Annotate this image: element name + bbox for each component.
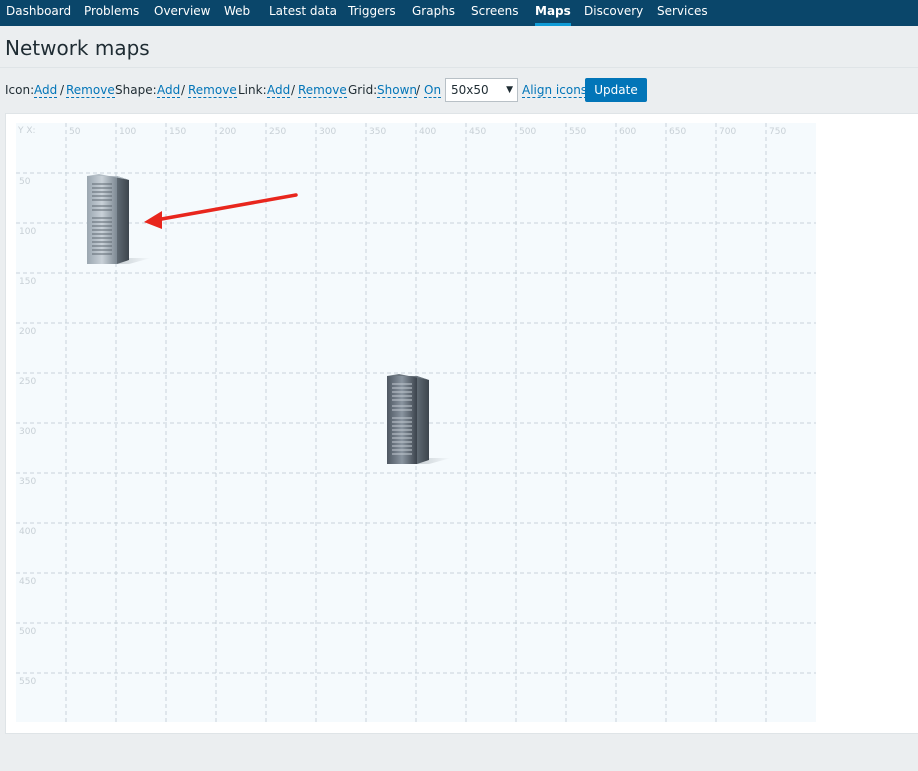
grid-shown-link[interactable]: Shown [377, 83, 417, 98]
y-tick-label: 350 [19, 477, 36, 487]
link-remove-link[interactable]: Remove [298, 83, 347, 98]
y-tick-label: 400 [19, 527, 36, 537]
y-tick-label: 450 [19, 577, 36, 587]
nav-dashboard[interactable]: Dashboard [6, 0, 71, 26]
shape-separator: / [181, 83, 186, 97]
nav-latest-data[interactable]: Latest data [269, 0, 337, 26]
grid-on-link[interactable]: On [424, 83, 442, 98]
icon-label: Icon: [5, 83, 35, 97]
icon-add-link[interactable]: Add [34, 83, 58, 98]
x-tick-label: 500 [519, 127, 536, 137]
align-icons-link[interactable]: Align icons [522, 83, 588, 98]
grid-size-select[interactable]: 50x50 ▼ [445, 78, 518, 102]
nav-triggers[interactable]: Triggers [348, 0, 396, 26]
x-tick-label: 550 [569, 127, 586, 137]
nav-discovery[interactable]: Discovery [584, 0, 643, 26]
x-axis-labels: 50 100 150 200 250 300 350 400 450 500 550 600 650 70… [69, 127, 786, 137]
x-tick-label: 300 [319, 127, 336, 137]
link-add-link[interactable]: Add [267, 83, 291, 98]
nav-screens[interactable]: Screens [471, 0, 519, 26]
page-title: Network maps [5, 36, 150, 60]
dropdown-arrow-icon: ▼ [506, 85, 513, 95]
icon-separator: / [60, 83, 65, 97]
x-tick-label: 350 [369, 127, 386, 137]
update-button[interactable]: Update [585, 78, 647, 102]
x-tick-label: 200 [219, 127, 236, 137]
y-tick-label: 500 [19, 627, 36, 637]
x-tick-label: 50 [69, 127, 81, 137]
x-tick-label: 400 [419, 127, 436, 137]
grid-size-value: 50x50 [451, 83, 489, 97]
nav-graphs[interactable]: Graphs [412, 0, 455, 26]
grid-separator: / [416, 83, 421, 97]
y-tick-label: 150 [19, 277, 36, 287]
shape-add-link[interactable]: Add [157, 83, 181, 98]
title-divider [0, 67, 918, 68]
y-tick-label: 50 [19, 177, 31, 187]
y-tick-label: 200 [19, 327, 36, 337]
network-map-grid[interactable]: 50 100 150 200 250 300 350 400 450 500 550 600 650 70… [16, 123, 816, 722]
server-side [117, 176, 129, 264]
server-front [387, 376, 417, 464]
y-tick-label: 300 [19, 427, 36, 437]
grid-corner-label: Y X: [17, 126, 36, 136]
x-tick-label: 700 [719, 127, 736, 137]
icon-remove-link[interactable]: Remove [66, 83, 115, 98]
x-tick-label: 450 [469, 127, 486, 137]
server-front [87, 176, 117, 264]
shape-label: Shape: [115, 83, 157, 97]
x-tick-label: 250 [269, 127, 286, 137]
shape-remove-link[interactable]: Remove [188, 83, 237, 98]
link-label: Link: [238, 83, 267, 97]
y-tick-label: 550 [19, 677, 36, 687]
x-tick-label: 750 [769, 127, 786, 137]
x-tick-label: 150 [169, 127, 186, 137]
nav-maps[interactable]: Maps [535, 0, 571, 26]
server-side [417, 376, 429, 464]
nav-problems[interactable]: Problems [84, 0, 139, 26]
x-tick-label: 600 [619, 127, 636, 137]
x-tick-label: 650 [669, 127, 686, 137]
nav-overview[interactable]: Overview [154, 0, 211, 26]
top-navigation: Dashboard Problems Overview Web Latest d… [0, 0, 918, 26]
y-tick-label: 100 [19, 227, 36, 237]
link-separator: / [291, 83, 296, 97]
nav-services[interactable]: Services [657, 0, 708, 26]
map-edit-toolbar: Icon: Add / Remove Shape: Add / Remove L… [5, 78, 915, 102]
x-tick-label: 100 [119, 127, 136, 137]
y-tick-label: 250 [19, 377, 36, 387]
grid-label: Grid: [348, 83, 378, 97]
nav-web[interactable]: Web [224, 0, 250, 26]
